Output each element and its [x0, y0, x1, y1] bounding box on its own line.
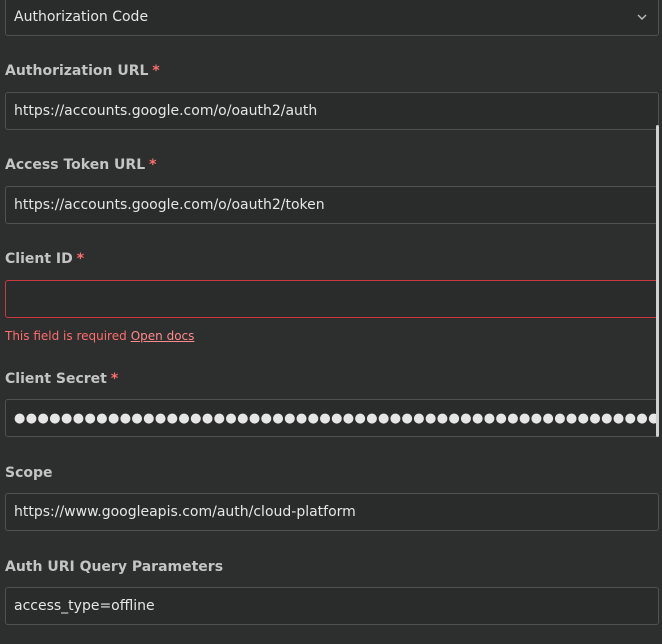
access-token-url-input[interactable]: https://accounts.google.com/o/oauth2/tok…	[5, 186, 659, 224]
scope-label: Scope	[5, 465, 53, 481]
client-secret-input[interactable]: ●●●●●●●●●●●●●●●●●●●●●●●●●●●●●●●●●●●●●●●●…	[5, 399, 659, 437]
open-docs-link[interactable]: Open docs	[131, 329, 195, 343]
client-id-label: Client ID *	[5, 251, 85, 267]
client-secret-label: Client Secret *	[5, 371, 119, 387]
authorization-url-value: https://accounts.google.com/o/oauth2/aut…	[14, 103, 318, 119]
client-secret-masked-value: ●●●●●●●●●●●●●●●●●●●●●●●●●●●●●●●●●●●●●●●●…	[14, 410, 659, 426]
chevron-down-icon	[637, 14, 647, 20]
client-id-field[interactable]	[14, 291, 650, 307]
access-token-url-label: Access Token URL *	[5, 157, 157, 173]
client-id-input[interactable]	[5, 280, 659, 318]
auth-uri-query-parameters-input[interactable]: access_type=offline	[5, 587, 659, 625]
auth-uri-query-parameters-label: Auth URI Query Parameters	[5, 559, 224, 575]
authorization-url-input[interactable]: https://accounts.google.com/o/oauth2/aut…	[5, 92, 659, 130]
scrollbar-thumb[interactable]	[656, 125, 659, 437]
required-asterisk: *	[76, 251, 85, 267]
required-asterisk: *	[110, 371, 119, 387]
authorization-url-label: Authorization URL *	[5, 63, 160, 79]
auth-uri-query-parameters-value: access_type=offline	[14, 598, 155, 614]
grant-type-select[interactable]: Authorization Code	[5, 0, 659, 36]
scope-value: https://www.googleapis.com/auth/cloud-pl…	[14, 504, 356, 520]
error-text: This field is required	[5, 329, 127, 343]
client-id-error: This field is required Open docs	[5, 329, 194, 343]
required-asterisk: *	[149, 157, 157, 173]
required-asterisk: *	[152, 63, 160, 79]
scope-input[interactable]: https://www.googleapis.com/auth/cloud-pl…	[5, 493, 659, 531]
grant-type-value: Authorization Code	[14, 9, 149, 25]
oauth2-credential-form: Authorization Code Authorization URL * ht…	[0, 0, 662, 644]
access-token-url-value: https://accounts.google.com/o/oauth2/tok…	[14, 197, 325, 213]
